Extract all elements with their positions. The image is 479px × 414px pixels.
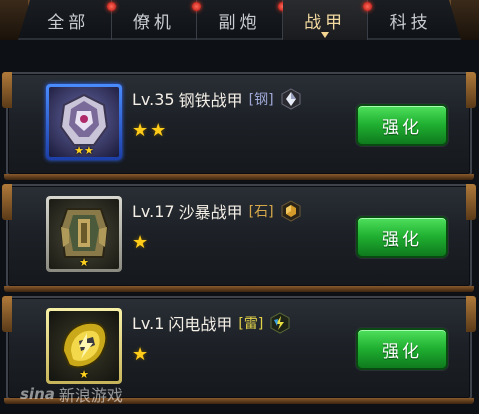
enhance-button[interactable]: 强化 — [356, 328, 448, 370]
lightning-armor-icon: ★ — [49, 311, 119, 381]
star-rating: ★★ — [132, 120, 169, 141]
tab-armor[interactable]: 战甲 — [282, 0, 373, 40]
tab-sub-cannon-label: 副炮 — [218, 12, 261, 33]
card-corner-ornament — [2, 296, 12, 332]
item-name: 钢铁战甲 — [178, 91, 243, 110]
item-title: Lv.35 钢铁战甲 [钢] — [132, 88, 302, 110]
watermark-text: 新浪游戏 — [58, 386, 123, 405]
card-corner-ornament — [2, 184, 12, 220]
item-material: [钢] — [248, 92, 274, 108]
thunder-gem-icon — [270, 312, 290, 334]
category-tab-bar: 全部 僚机 副炮 战甲 科技 — [0, 0, 479, 40]
item-icon-frame[interactable]: ★ — [46, 196, 122, 272]
item-icon-frame[interactable]: ★ — [46, 308, 122, 384]
tab-all[interactable]: 全部 — [26, 0, 116, 40]
sina-games-watermark: sina 新浪游戏 — [20, 382, 123, 406]
item-level: Lv.35 — [132, 89, 175, 109]
card-corner-ornament — [466, 184, 476, 220]
item-title: Lv.17 沙暴战甲 [石] — [132, 200, 302, 222]
item-material: [石] — [248, 204, 274, 220]
card-corner-ornament — [466, 72, 476, 108]
card-corner-ornament — [2, 72, 12, 108]
enhance-button[interactable]: 强化 — [356, 216, 448, 258]
steel-gem-icon — [281, 88, 301, 110]
item-material: [雷] — [238, 316, 264, 332]
card-bottom-trim — [4, 286, 474, 292]
icon-stars: ★ — [79, 368, 89, 381]
sandstorm-armor-icon: ★ — [49, 199, 119, 269]
tab-all-label: 全部 — [47, 12, 90, 33]
item-name: 沙暴战甲 — [178, 203, 243, 222]
item-level: Lv.1 — [132, 313, 165, 333]
tab-wingman[interactable]: 僚机 — [112, 0, 202, 40]
item-name: 闪电战甲 — [168, 315, 233, 334]
tab-tech-label: 科技 — [389, 12, 432, 33]
star-rating: ★ — [132, 232, 151, 253]
tab-tech[interactable]: 科技 — [368, 0, 453, 40]
tabbar-right-ornament — [449, 0, 479, 40]
enhance-button[interactable]: 强化 — [356, 104, 448, 146]
card-corner-ornament — [466, 296, 476, 332]
star-rating: ★ — [132, 344, 151, 365]
tab-sub-cannon[interactable]: 副炮 — [197, 0, 287, 40]
sina-logo-icon: sina — [20, 385, 55, 403]
item-icon-frame[interactable]: ★★ — [46, 84, 122, 160]
card-bottom-trim — [4, 174, 474, 180]
tabs-container: 全部 僚机 副炮 战甲 科技 — [26, 0, 453, 40]
active-tab-arrow-icon — [321, 32, 330, 38]
armor-card-steel: ★★ Lv.35 钢铁战甲 [钢] ★★ 强化 — [2, 72, 476, 180]
icon-stars: ★ — [79, 256, 89, 269]
item-level: Lv.17 — [132, 201, 175, 221]
stone-gem-icon — [281, 200, 301, 222]
tab-armor-label: 战甲 — [304, 12, 347, 33]
icon-stars: ★★ — [74, 144, 94, 157]
tab-wingman-label: 僚机 — [132, 12, 175, 33]
item-title: Lv.1 闪电战甲 [雷] — [132, 312, 291, 334]
steel-armor-icon: ★★ — [49, 87, 119, 157]
armor-card-sandstorm: ★ Lv.17 沙暴战甲 [石] ★ 强化 — [2, 184, 476, 292]
